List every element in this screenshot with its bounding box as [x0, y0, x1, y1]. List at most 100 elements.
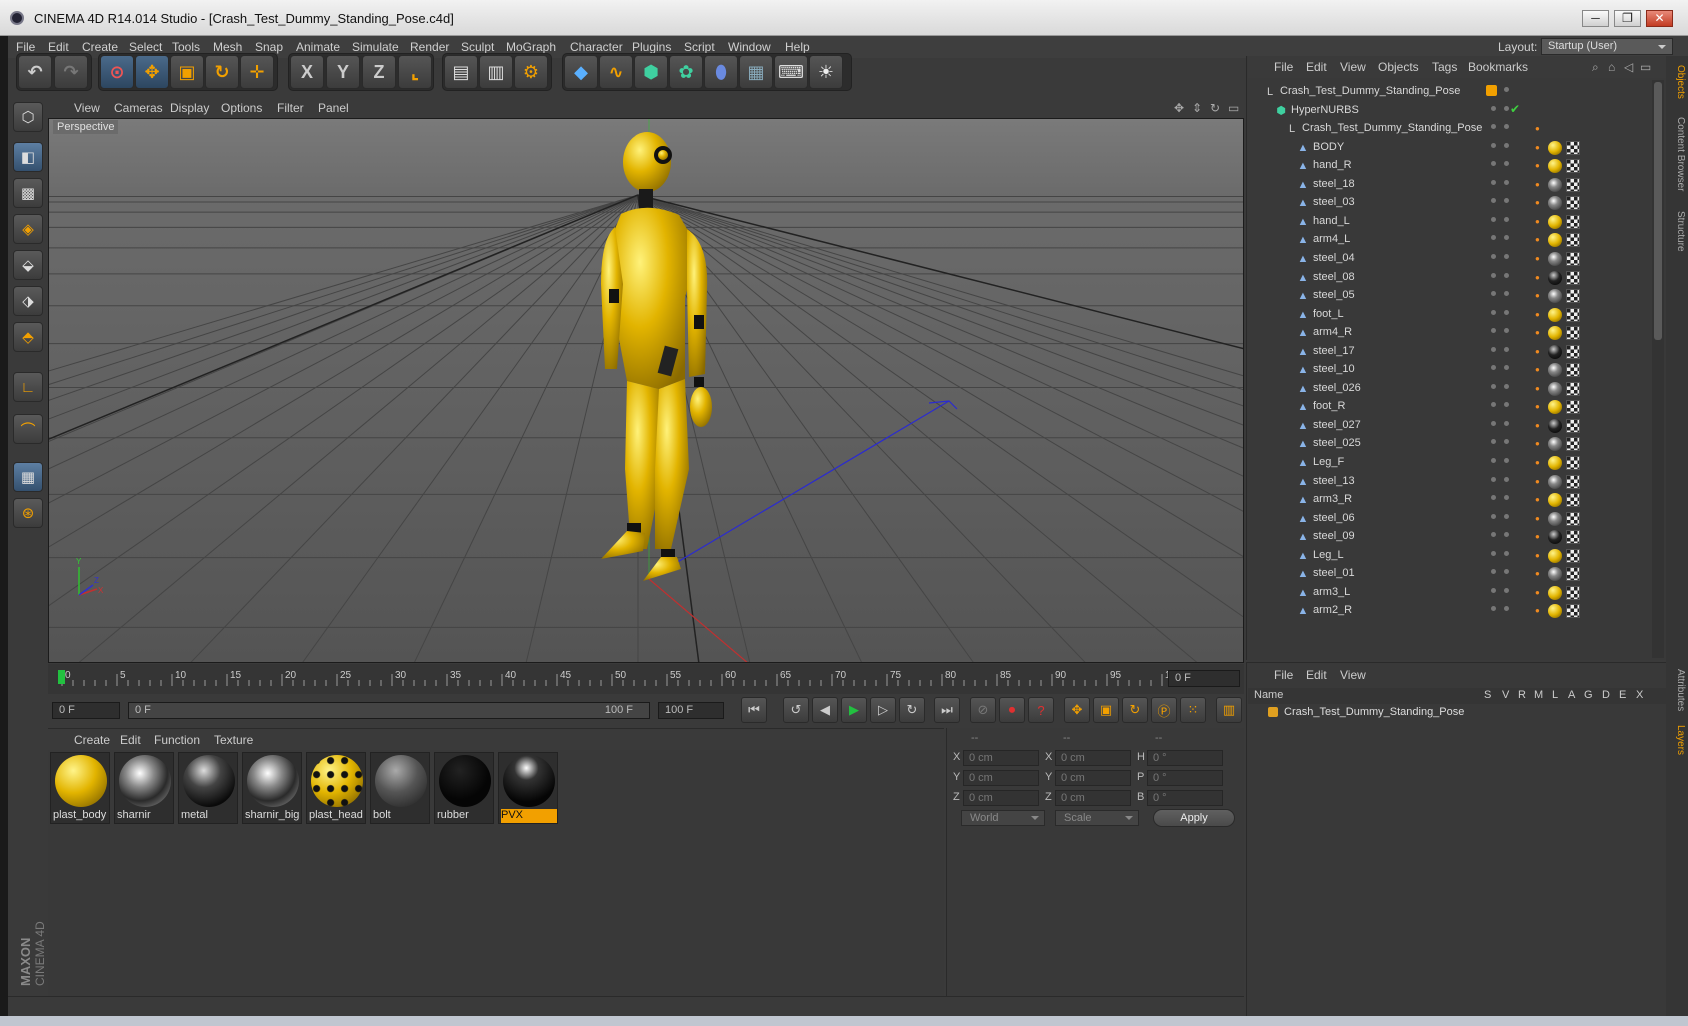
- object-name[interactable]: steel_025: [1313, 437, 1361, 449]
- material-swatch[interactable]: rubber: [434, 752, 494, 824]
- uvw-tag-icon[interactable]: [1566, 289, 1580, 304]
- material-swatch[interactable]: PVX: [498, 752, 558, 824]
- coord-value-field[interactable]: 0 cm: [963, 770, 1039, 786]
- editor-visibility-dot[interactable]: [1491, 309, 1496, 315]
- uvw-tag-icon[interactable]: [1566, 326, 1580, 341]
- material-tag-icon[interactable]: [1548, 251, 1562, 266]
- step-forward-icon[interactable]: ▷: [870, 697, 896, 723]
- phong-tag-icon[interactable]: ●: [1535, 199, 1542, 207]
- material-tag-icon[interactable]: [1548, 604, 1562, 619]
- render-visibility-dot[interactable]: [1504, 346, 1509, 352]
- uvw-tag-icon[interactable]: [1566, 418, 1580, 433]
- layer-menu-view[interactable]: View: [1340, 668, 1366, 682]
- render-visibility-dot[interactable]: [1504, 458, 1509, 463]
- enabled-check-icon[interactable]: ✔: [1510, 102, 1520, 116]
- render-visibility-dot[interactable]: [1504, 402, 1509, 408]
- start-frame-field[interactable]: 0 F: [52, 702, 120, 719]
- object-row[interactable]: ▲ steel_09 ●: [1248, 527, 1652, 547]
- phong-tag-icon[interactable]: ●: [1535, 477, 1542, 485]
- object-row[interactable]: ▲ steel_027 ●: [1248, 416, 1652, 436]
- uvw-tag-icon[interactable]: [1566, 437, 1580, 452]
- restore-button[interactable]: ❐: [1614, 10, 1641, 27]
- menu-select[interactable]: Select: [129, 40, 162, 54]
- object-name[interactable]: steel_027: [1313, 419, 1361, 431]
- menu-snap[interactable]: Snap: [255, 40, 283, 54]
- camera-icon[interactable]: ⌨: [774, 55, 808, 89]
- timeline-window-icon[interactable]: ▥: [1216, 697, 1242, 723]
- layer-col-d[interactable]: D: [1602, 689, 1610, 701]
- uvw-tag-icon[interactable]: [1566, 585, 1580, 600]
- render-visibility-dot[interactable]: [1504, 309, 1509, 315]
- object-row[interactable]: ▲ steel_04 ●: [1248, 249, 1652, 269]
- render-visibility-dot[interactable]: [1504, 87, 1509, 92]
- goto-next-key-icon[interactable]: ↻: [899, 697, 925, 723]
- recent-tool-icon[interactable]: ✛: [240, 55, 274, 89]
- render-visibility-dot[interactable]: [1504, 550, 1509, 556]
- object-name[interactable]: HyperNURBS: [1291, 104, 1359, 116]
- object-row[interactable]: ▲ foot_R ●: [1248, 397, 1652, 417]
- object-row[interactable]: ▲ steel_01 ●: [1248, 564, 1652, 584]
- menu-edit[interactable]: Edit: [48, 40, 69, 54]
- editor-visibility-dot[interactable]: [1491, 458, 1496, 463]
- phong-tag-icon[interactable]: ●: [1535, 421, 1542, 429]
- menu-create[interactable]: Create: [82, 40, 118, 54]
- material-tag-icon[interactable]: [1548, 456, 1562, 470]
- workplane-lock-icon[interactable]: ⊛: [13, 498, 43, 528]
- coord-value-field[interactable]: 0 cm: [1055, 790, 1131, 806]
- editor-visibility-dot[interactable]: [1491, 439, 1496, 445]
- workplane-mode-icon[interactable]: ◈: [13, 214, 43, 244]
- viewport-menu-display[interactable]: Display: [170, 101, 209, 115]
- play-icon[interactable]: ▶: [841, 697, 867, 723]
- object-name[interactable]: Leg_L: [1313, 549, 1344, 561]
- material-tag-icon[interactable]: [1548, 177, 1562, 192]
- spline-pen-icon[interactable]: ∿: [599, 55, 633, 89]
- material-tag-icon[interactable]: [1548, 437, 1562, 452]
- object-name[interactable]: foot_R: [1313, 400, 1345, 412]
- uvw-tag-icon[interactable]: [1566, 251, 1580, 266]
- object-row[interactable]: L Crash_Test_Dummy_Standing_Pose: [1248, 82, 1652, 102]
- object-name[interactable]: Leg_F: [1313, 456, 1344, 468]
- move-icon[interactable]: ✥: [135, 55, 169, 89]
- object-name[interactable]: hand_L: [1313, 215, 1350, 227]
- menu-help[interactable]: Help: [785, 40, 810, 54]
- redo-icon[interactable]: ↷: [54, 55, 88, 89]
- uvw-tag-icon[interactable]: [1566, 140, 1580, 155]
- perspective-viewport[interactable]: Y X Z: [48, 118, 1244, 663]
- tweak-mode-icon[interactable]: ⌒: [13, 414, 43, 444]
- menu-render[interactable]: Render: [410, 40, 449, 54]
- editor-visibility-dot[interactable]: [1491, 346, 1496, 352]
- object-name[interactable]: Crash_Test_Dummy_Standing_Pose: [1302, 122, 1482, 134]
- material-tag-icon[interactable]: [1548, 585, 1562, 600]
- object-name[interactable]: foot_L: [1313, 308, 1344, 320]
- goto-start-icon[interactable]: ⏮: [741, 697, 767, 723]
- phong-tag-icon[interactable]: ●: [1535, 217, 1542, 225]
- layer-col-v[interactable]: V: [1502, 689, 1509, 701]
- timeline-ruler[interactable]: 0510152025303540455055606570758085909510…: [48, 664, 1244, 694]
- viewport-move-icon[interactable]: ✥: [1174, 101, 1184, 115]
- material-tag-icon[interactable]: [1548, 159, 1562, 174]
- current-frame-field[interactable]: 0 F: [1168, 670, 1240, 687]
- apply-button[interactable]: Apply: [1153, 809, 1235, 827]
- editor-visibility-dot[interactable]: [1491, 606, 1496, 612]
- phong-tag-icon[interactable]: ●: [1535, 162, 1542, 170]
- layer-color-tag[interactable]: [1486, 85, 1497, 96]
- object-row[interactable]: ▲ steel_03 ●: [1248, 193, 1652, 213]
- material-tag-icon[interactable]: [1548, 214, 1562, 229]
- object-row[interactable]: ▲ arm4_L ●: [1248, 230, 1652, 250]
- render-visibility-dot[interactable]: [1504, 587, 1509, 593]
- uvw-tag-icon[interactable]: [1566, 214, 1580, 229]
- uvw-tag-icon[interactable]: [1566, 530, 1580, 545]
- end-frame-field[interactable]: 100 F: [658, 702, 724, 719]
- coord-value-field[interactable]: 0 °: [1147, 770, 1223, 786]
- uvw-tag-icon[interactable]: [1566, 381, 1580, 396]
- object-name[interactable]: steel_13: [1313, 475, 1355, 487]
- render-visibility-dot[interactable]: [1504, 105, 1509, 111]
- keyframe-selection-icon[interactable]: ?: [1028, 697, 1054, 723]
- render-visibility-dot[interactable]: [1504, 569, 1509, 575]
- object-row[interactable]: ▲ foot_L ●: [1248, 305, 1652, 325]
- scale-icon[interactable]: ▣: [170, 55, 204, 89]
- render-visibility-dot[interactable]: [1504, 124, 1509, 130]
- material-swatch[interactable]: plast_head: [306, 752, 366, 824]
- material-menu-create[interactable]: Create: [74, 733, 110, 747]
- editor-visibility-dot[interactable]: [1491, 198, 1496, 204]
